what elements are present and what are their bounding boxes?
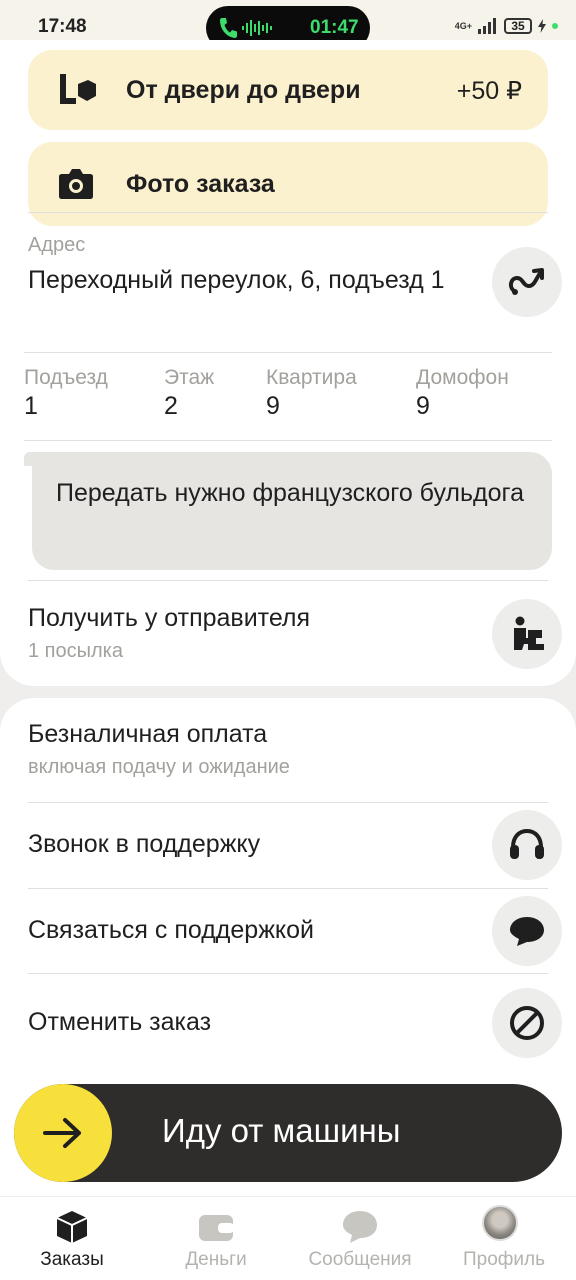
slide-button-label: Иду от машины <box>162 1112 401 1149</box>
person-parcel-icon <box>514 616 544 650</box>
wallet-icon <box>199 1215 234 1241</box>
slide-knob[interactable] <box>14 1084 112 1182</box>
intercom-cell: Домофон 9 <box>416 366 509 421</box>
comment-text: Передать нужно французского бульдога <box>56 479 524 507</box>
contact-support-label: Связаться с поддержкой <box>28 916 314 944</box>
apartment-cell: Квартира 9 <box>266 366 357 421</box>
payment-subtitle: включая подачу и ожидание <box>28 756 290 778</box>
order-details-card: От двери до двери +50 ₽ Фото заказа Адре… <box>0 40 576 686</box>
address-value: Переходный переулок, 6, подъезд 1 <box>28 266 445 294</box>
call-timer: 01:47 <box>310 17 359 38</box>
call-support-label: Звонок в поддержку <box>28 830 261 858</box>
order-actions-card: Безналичная оплата включая подачу и ожид… <box>0 698 576 1280</box>
floor-cell: Этаж 2 <box>164 366 214 421</box>
bottom-tab-bar: Заказы Деньги Сообщения Профиль <box>0 1196 576 1280</box>
headset-icon <box>510 828 544 859</box>
route-button[interactable] <box>492 247 562 317</box>
entrance-value: 1 <box>24 392 38 420</box>
network-type: 4G+ <box>454 21 472 31</box>
privacy-dot <box>552 23 558 29</box>
status-time: 17:48 <box>38 16 87 37</box>
tab-messages[interactable]: Сообщения <box>288 1197 432 1280</box>
phone-icon <box>220 18 237 38</box>
door-to-door-price: +50 ₽ <box>456 77 522 105</box>
avatar <box>482 1205 518 1241</box>
divider <box>24 352 552 353</box>
pickup-button[interactable] <box>492 599 562 669</box>
status-indicators: 4G+ 35 <box>455 18 558 34</box>
door-to-door-label: От двери до двери <box>126 76 361 104</box>
battery-icon: 35 <box>504 18 532 34</box>
floor-label: Этаж <box>164 366 215 389</box>
door-box-icon <box>60 74 96 104</box>
divider <box>28 973 548 974</box>
chat-bubble-icon <box>510 917 544 946</box>
contact-support-button[interactable] <box>492 896 562 966</box>
charging-icon <box>538 19 546 33</box>
floor-value: 2 <box>164 392 178 420</box>
divider <box>24 440 552 441</box>
slide-to-go-button[interactable]: Иду от машины <box>14 1084 562 1182</box>
tab-orders-label: Заказы <box>40 1249 104 1270</box>
payment-title: Безналичная оплата <box>28 720 268 748</box>
tab-profile[interactable]: Профиль <box>432 1197 576 1280</box>
audio-wave-icon <box>242 20 272 36</box>
route-icon <box>508 268 544 295</box>
camera-icon <box>59 169 93 199</box>
photo-order-label: Фото заказа <box>126 170 275 198</box>
pickup-subtitle: 1 посылка <box>28 640 123 662</box>
tab-money-label: Деньги <box>185 1249 247 1270</box>
intercom-value: 9 <box>416 392 430 420</box>
apartment-label: Квартира <box>266 366 357 389</box>
box-icon <box>56 1211 88 1243</box>
door-to-door-button[interactable]: От двери до двери +50 ₽ <box>28 50 548 130</box>
intercom-label: Домофон <box>416 366 509 389</box>
tab-profile-label: Профиль <box>462 1249 546 1270</box>
call-support-button[interactable] <box>492 810 562 880</box>
block-icon <box>510 1006 544 1040</box>
apartment-value: 9 <box>266 392 280 420</box>
divider <box>28 888 548 889</box>
tab-orders[interactable]: Заказы <box>0 1197 144 1280</box>
signal-icon <box>478 18 496 34</box>
photo-order-button[interactable]: Фото заказа <box>28 142 548 226</box>
divider <box>28 580 548 581</box>
divider <box>28 802 548 803</box>
divider <box>28 212 548 213</box>
entrance-cell: Подъезд 1 <box>24 366 108 421</box>
tab-money[interactable]: Деньги <box>144 1197 288 1280</box>
comment-bubble: Передать нужно французского бульдога <box>32 452 552 570</box>
entrance-label: Подъезд <box>24 366 108 389</box>
tab-messages-label: Сообщения <box>308 1249 412 1270</box>
cancel-order-label: Отменить заказ <box>28 1008 212 1036</box>
address-label: Адрес <box>28 234 86 256</box>
arrow-right-icon <box>43 1118 81 1148</box>
pickup-title: Получить у отправителя <box>28 604 311 632</box>
cancel-order-button[interactable] <box>492 988 562 1058</box>
chat-icon <box>343 1211 377 1243</box>
